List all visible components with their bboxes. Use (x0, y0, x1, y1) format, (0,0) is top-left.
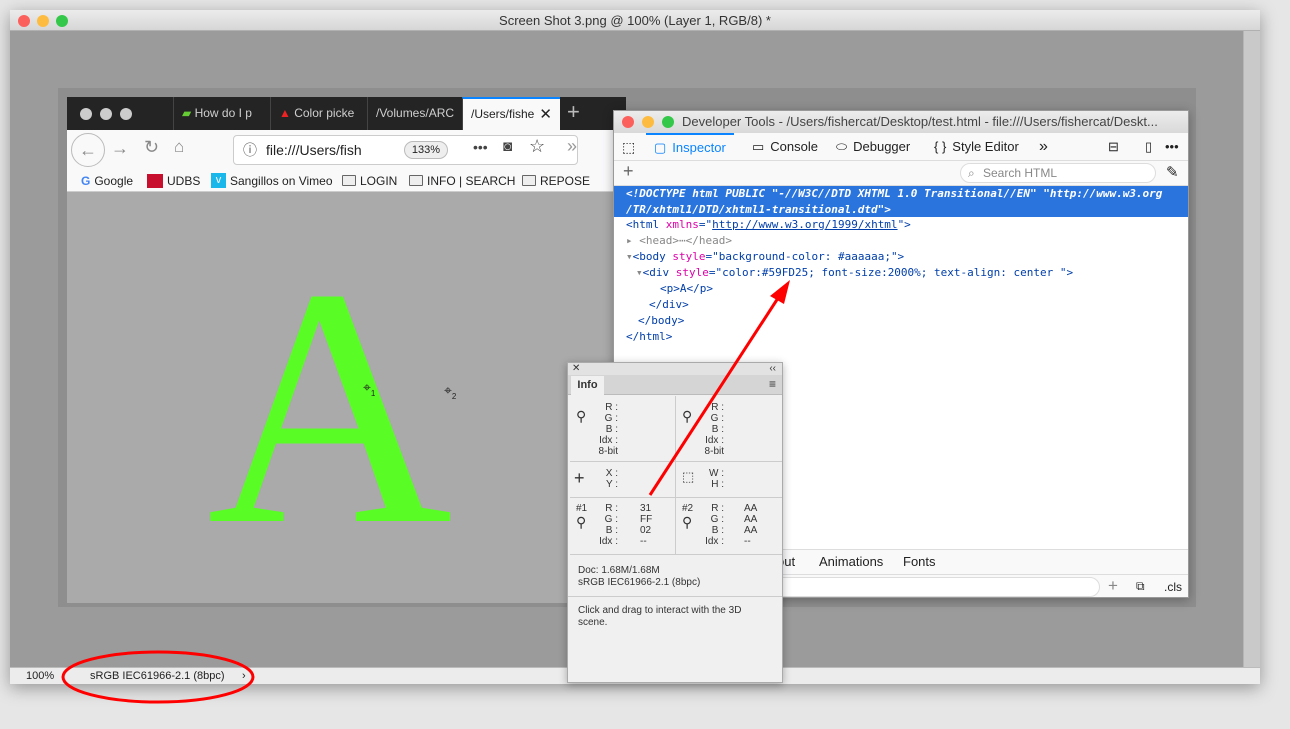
red-arrow-line (648, 294, 782, 496)
red-arrow-head (770, 280, 790, 304)
red-ellipse-highlight (61, 650, 255, 704)
annotation-overlay (61, 280, 790, 704)
